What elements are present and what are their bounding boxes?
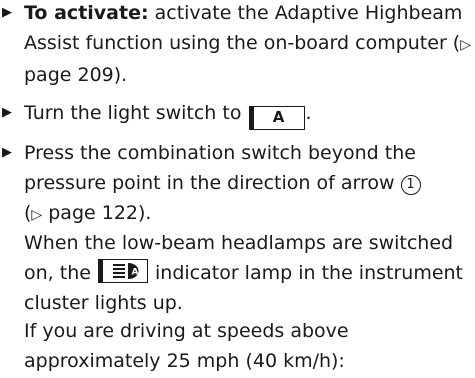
para-text: If you are driving at speeds above appro…	[24, 320, 349, 372]
svg-text:A: A	[131, 268, 138, 278]
adaptive-highbeam-indicator-icon: A	[97, 259, 148, 283]
page-ref-text: page 122).	[42, 202, 152, 224]
step-text-end: .	[305, 102, 312, 124]
page-ref-arrow-icon: ▷	[31, 207, 43, 223]
manual-page: ▶ To activate: activate the Adaptive Hig…	[0, 0, 475, 378]
step-light-switch: ▶ Turn the light switch to A.	[0, 98, 475, 130]
step-combination-switch: ▶ Press the combination switch beyond th…	[0, 138, 475, 230]
step-text: Press the combination switch beyond the …	[24, 142, 416, 194]
bullet-icon: ▶	[2, 145, 12, 160]
light-switch-key: A	[248, 106, 305, 130]
step-text: Turn the light switch to	[24, 102, 248, 124]
page-ref-text: page 209).	[24, 64, 128, 86]
step-activate: ▶ To activate: activate the Adaptive Hig…	[0, 0, 475, 90]
speed-paragraph: If you are driving at speeds above appro…	[0, 316, 475, 376]
page-ref-arrow-icon: ▷	[460, 37, 471, 53]
low-beam-paragraph: When the low-beam headlamps are switched…	[0, 228, 475, 318]
bullet-icon: ▶	[2, 105, 12, 120]
step-lead: To activate:	[24, 2, 149, 24]
bullet-icon: ▶	[2, 5, 12, 20]
arrow-number-badge: 1	[400, 175, 421, 195]
